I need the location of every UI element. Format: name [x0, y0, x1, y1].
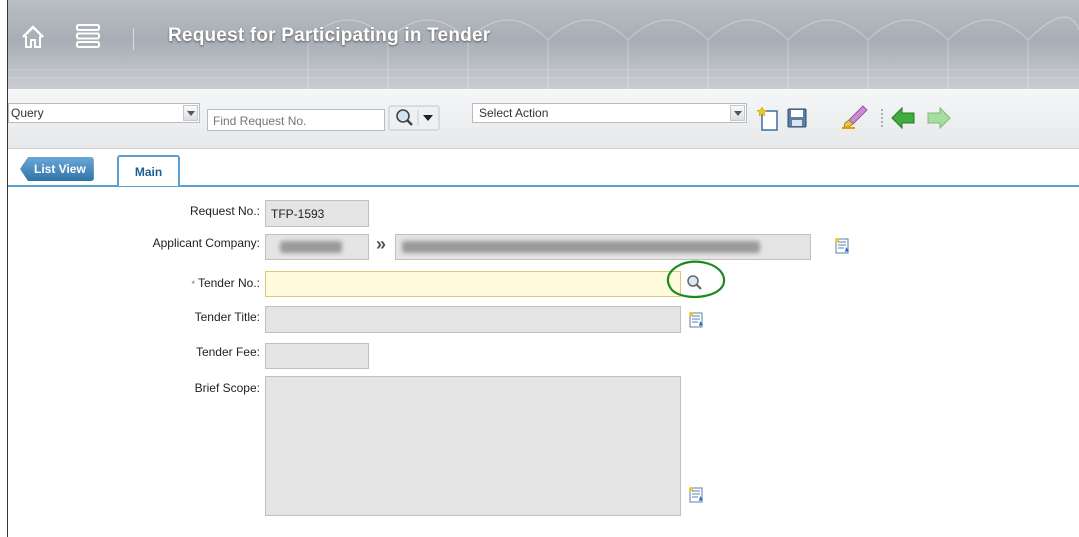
tender-title-label: Tender Title: [194, 310, 260, 324]
query-select[interactable]: Query [8, 103, 200, 123]
tender-title-notes-icon[interactable] [687, 311, 705, 329]
search-icon[interactable] [388, 105, 440, 131]
tender-no-label-text: Tender No.: [197, 276, 260, 290]
tab-main[interactable]: Main [117, 155, 180, 186]
query-dropdown-arrow-icon[interactable] [183, 105, 198, 121]
applicant-company-code-field [265, 234, 369, 260]
forward-arrow-icon[interactable] [926, 106, 952, 130]
tab-bar: List View Main [8, 150, 1079, 187]
select-action-value: Select Action [479, 106, 549, 120]
save-icon[interactable] [786, 107, 808, 129]
clear-icon[interactable] [841, 104, 869, 130]
applicant-company-name-field [395, 234, 811, 260]
action-dropdown-arrow-icon[interactable] [730, 105, 745, 121]
brief-scope-notes-icon[interactable] [687, 486, 705, 504]
tender-no-field[interactable] [265, 271, 681, 297]
tab-list-view[interactable]: List View [20, 157, 94, 181]
page-title: Request for Participating in Tender [168, 25, 491, 46]
required-asterisk: * [191, 279, 195, 289]
tender-title-field [265, 306, 681, 333]
menu-icon[interactable] [74, 22, 102, 50]
applicant-company-label: Applicant Company: [152, 236, 260, 250]
annotation-circle [666, 260, 726, 298]
tender-no-input[interactable] [270, 273, 664, 297]
request-no-value: TFP-1593 [271, 207, 325, 221]
brief-scope-label: Brief Scope: [194, 381, 260, 395]
select-action-dropdown[interactable]: Select Action [472, 103, 747, 123]
toolbar-divider [881, 109, 883, 127]
redacted-company-name [402, 241, 760, 253]
page-header: Request for Participating in Tender [8, 0, 1079, 89]
request-no-field: TFP-1593 [265, 200, 369, 227]
back-arrow-icon[interactable] [890, 106, 916, 130]
redacted-company-code [280, 241, 342, 253]
header-separator [133, 28, 134, 50]
home-icon[interactable] [20, 24, 46, 50]
find-request-input[interactable] [211, 111, 385, 131]
find-request-field[interactable] [207, 109, 385, 131]
new-document-icon[interactable] [756, 104, 782, 132]
brief-scope-field [265, 376, 681, 516]
tender-fee-field [265, 343, 369, 369]
tender-fee-label: Tender Fee: [195, 345, 260, 359]
notes-icon[interactable] [833, 237, 851, 255]
request-no-label: Request No.: [189, 204, 260, 218]
query-select-value: Query [11, 106, 44, 120]
tender-no-label: * Tender No.: [100, 276, 260, 290]
